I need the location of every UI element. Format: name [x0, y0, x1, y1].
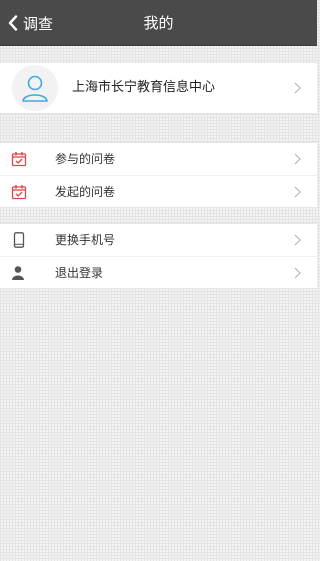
phone-icon	[13, 232, 25, 248]
chevron-right-icon	[294, 267, 301, 279]
calendar-check-icon	[11, 152, 27, 167]
menu-item-logout[interactable]: 退出登录	[0, 256, 317, 289]
navbar: 调查 我的	[0, 0, 317, 46]
user-avatar-icon	[22, 75, 48, 102]
menu-item-change-phone[interactable]: 更换手机号	[0, 224, 317, 256]
chevron-right-icon	[294, 82, 301, 94]
menu-label: 退出登录	[55, 266, 104, 280]
calendar-check-icon	[11, 185, 27, 200]
menu-item-joined-surveys[interactable]: 参与的问卷	[0, 143, 317, 175]
menu-label: 发起的问卷	[55, 185, 116, 199]
profile-name: 上海市长宁教育信息中心	[72, 80, 216, 95]
menu-item-created-surveys[interactable]: 发起的问卷	[0, 175, 317, 208]
chevron-right-icon	[294, 234, 301, 246]
menu-label: 更换手机号	[55, 233, 116, 247]
chevron-right-icon	[294, 186, 301, 198]
page-title: 我的	[143, 14, 174, 32]
avatar	[12, 65, 58, 111]
chevron-right-icon	[294, 153, 301, 165]
survey-menu-group: 参与的问卷 发起的问卷	[0, 142, 317, 208]
profile-card[interactable]: 上海市长宁教育信息中心	[0, 62, 317, 114]
account-menu-group: 更换手机号 退出登录	[0, 223, 317, 289]
user-icon	[12, 266, 24, 280]
menu-label: 参与的问卷	[55, 152, 116, 166]
